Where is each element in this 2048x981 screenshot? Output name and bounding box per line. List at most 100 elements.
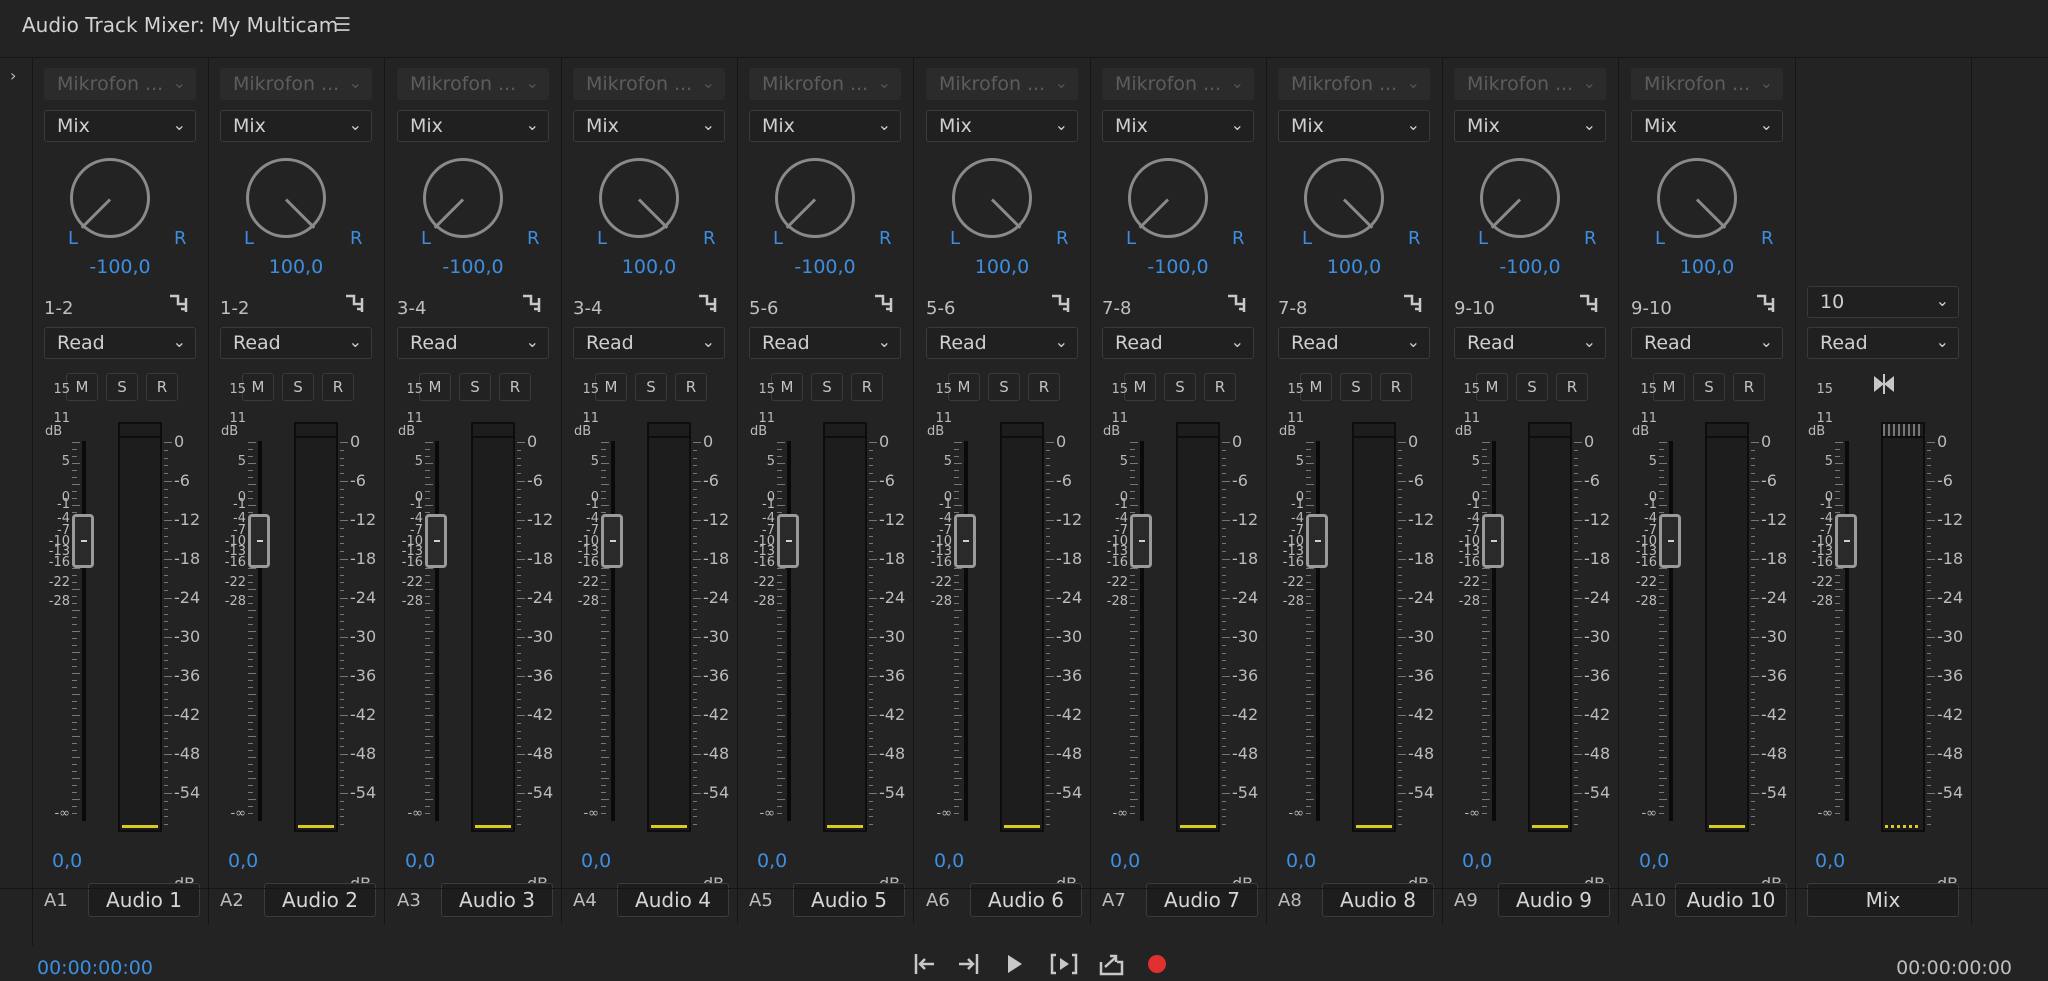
volume-fader-handle[interactable] (954, 514, 976, 568)
chevron-right-icon[interactable]: › (10, 66, 16, 85)
routing-icon[interactable] (344, 292, 366, 314)
solo-button[interactable]: S (459, 373, 491, 401)
effect-select[interactable]: Mix ⌄ (397, 110, 549, 142)
volume-value[interactable]: 0,0 (757, 850, 787, 872)
automation-mode-select[interactable]: Read ⌄ (44, 327, 196, 359)
mute-button[interactable]: M (419, 373, 451, 401)
pan-knob[interactable] (1304, 158, 1384, 238)
pan-knob[interactable] (952, 158, 1032, 238)
record-enable-button[interactable]: R (1556, 373, 1588, 401)
pan-value[interactable]: 100,0 (914, 256, 1090, 278)
volume-value[interactable]: 0,0 (1462, 850, 1492, 872)
volume-fader-handle[interactable] (1306, 514, 1328, 568)
record-enable-button[interactable]: R (146, 373, 178, 401)
mute-button[interactable]: M (1300, 373, 1332, 401)
pan-knob[interactable] (775, 158, 855, 238)
mute-button[interactable]: M (595, 373, 627, 401)
effect-select[interactable]: Mix ⌄ (749, 110, 901, 142)
pan-value[interactable]: 100,0 (561, 256, 737, 278)
record-enable-button[interactable]: R (1028, 373, 1060, 401)
record-enable-button[interactable]: R (499, 373, 531, 401)
fader-track[interactable] (1669, 441, 1673, 821)
automation-mode-select[interactable]: Read ⌄ (573, 327, 725, 359)
hamburger-menu-icon[interactable]: ☰ (334, 14, 351, 36)
mute-button[interactable]: M (771, 373, 803, 401)
solo-button[interactable]: S (1340, 373, 1372, 401)
solo-button[interactable]: S (1516, 373, 1548, 401)
volume-fader-handle[interactable] (1659, 514, 1681, 568)
pan-value[interactable]: -100,0 (385, 256, 561, 278)
pan-knob[interactable] (599, 158, 679, 238)
solo-button[interactable]: S (988, 373, 1020, 401)
effect-select[interactable]: Mix ⌄ (1278, 110, 1430, 142)
mute-button[interactable]: M (1653, 373, 1685, 401)
pan-value[interactable]: -100,0 (737, 256, 913, 278)
automation-mode-select[interactable]: Read ⌄ (220, 327, 372, 359)
mute-button[interactable]: M (242, 373, 274, 401)
go-to-in-icon[interactable] (910, 950, 938, 978)
volume-value[interactable]: 0,0 (934, 850, 964, 872)
automation-mode-select[interactable]: Read ⌄ (749, 327, 901, 359)
automation-mode-select[interactable]: Read ⌄ (1278, 327, 1430, 359)
routing-icon[interactable] (1755, 292, 1777, 314)
automation-mode-select[interactable]: Read ⌄ (926, 327, 1078, 359)
mute-button[interactable]: M (1476, 373, 1508, 401)
effect-select[interactable]: Mix ⌄ (1631, 110, 1783, 142)
solo-button[interactable]: S (1693, 373, 1725, 401)
go-to-out-icon[interactable] (955, 950, 983, 978)
solo-button[interactable]: S (282, 373, 314, 401)
play-in-to-out-icon[interactable] (1050, 950, 1078, 978)
automation-mode-select[interactable]: Read ⌄ (1631, 327, 1783, 359)
record-enable-button[interactable]: R (1204, 373, 1236, 401)
volume-value[interactable]: 0,0 (1110, 850, 1140, 872)
fader-track[interactable] (82, 441, 86, 821)
pan-value[interactable]: 100,0 (1619, 256, 1795, 278)
routing-icon[interactable] (697, 292, 719, 314)
volume-value[interactable]: 0,0 (405, 850, 435, 872)
volume-fader-handle[interactable] (248, 514, 270, 568)
solo-button[interactable]: S (106, 373, 138, 401)
solo-button[interactable]: S (1164, 373, 1196, 401)
volume-fader-handle[interactable] (425, 514, 447, 568)
effect-select[interactable]: Mix ⌄ (573, 110, 725, 142)
fader-track[interactable] (1492, 441, 1496, 821)
volume-fader-handle[interactable] (72, 514, 94, 568)
routing-icon[interactable] (873, 292, 895, 314)
volume-value[interactable]: 0,0 (228, 850, 258, 872)
routing-icon[interactable] (168, 292, 190, 314)
pan-knob[interactable] (70, 158, 150, 238)
volume-fader-handle[interactable] (1835, 514, 1857, 568)
effect-select[interactable]: Mix ⌄ (220, 110, 372, 142)
loop-icon[interactable] (1097, 950, 1125, 978)
routing-icon[interactable] (1050, 292, 1072, 314)
play-icon[interactable] (1000, 950, 1028, 978)
pan-knob[interactable] (1657, 158, 1737, 238)
fader-track[interactable] (1140, 441, 1144, 821)
record-enable-button[interactable]: R (1380, 373, 1412, 401)
routing-icon[interactable] (1402, 292, 1424, 314)
pan-knob[interactable] (1480, 158, 1560, 238)
automation-mode-select[interactable]: Read ⌄ (1102, 327, 1254, 359)
pan-value[interactable]: -100,0 (1090, 256, 1266, 278)
master-volume-value[interactable]: 0,0 (1815, 850, 1845, 872)
volume-fader-handle[interactable] (601, 514, 623, 568)
record-enable-button[interactable]: R (851, 373, 883, 401)
current-timecode[interactable]: 00:00:00:00 (37, 957, 153, 979)
routing-icon[interactable] (1578, 292, 1600, 314)
pan-knob[interactable] (246, 158, 326, 238)
mute-button[interactable]: M (1124, 373, 1156, 401)
bowtie-link-icon[interactable] (1869, 369, 1899, 399)
effect-select[interactable]: Mix ⌄ (1454, 110, 1606, 142)
automation-mode-select[interactable]: Read ⌄ (397, 327, 549, 359)
volume-fader-handle[interactable] (1482, 514, 1504, 568)
volume-value[interactable]: 0,0 (52, 850, 82, 872)
volume-fader-handle[interactable] (777, 514, 799, 568)
master-channels-select[interactable]: 10 ⌄ (1807, 286, 1959, 318)
pan-value[interactable]: 100,0 (1266, 256, 1442, 278)
effect-select[interactable]: Mix ⌄ (926, 110, 1078, 142)
routing-icon[interactable] (521, 292, 543, 314)
mute-button[interactable]: M (66, 373, 98, 401)
pan-value[interactable]: -100,0 (1442, 256, 1618, 278)
record-enable-button[interactable]: R (322, 373, 354, 401)
record-enable-button[interactable]: R (675, 373, 707, 401)
